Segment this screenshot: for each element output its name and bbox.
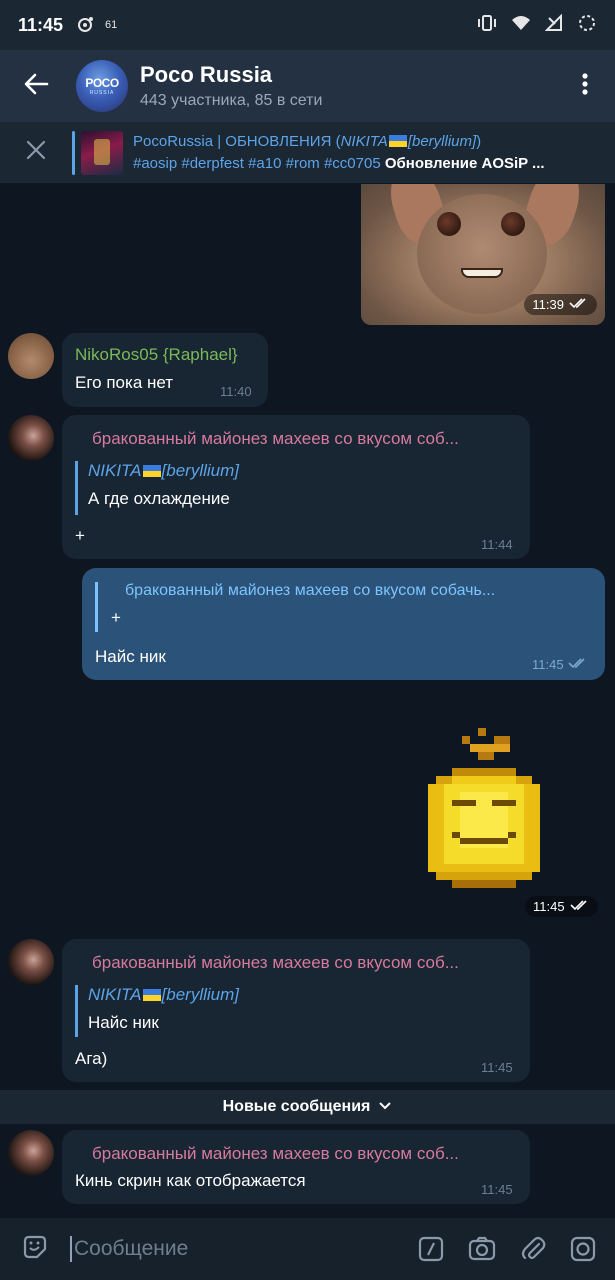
more-vertical-icon (581, 72, 589, 101)
chat-title: Poco Russia (140, 62, 273, 87)
avatar[interactable] (8, 1130, 54, 1176)
double-check-icon (568, 657, 588, 672)
message-sender[interactable]: бракованный майонез махеев со вкусом соб… (92, 429, 522, 449)
ukraine-flag-icon (142, 465, 161, 477)
message-bubble[interactable]: NikoRos05 {Raphael} Его пока нет 11:40 (62, 333, 268, 407)
status-time: 11:45 (18, 14, 64, 35)
new-messages-label: Новые сообщения (222, 1098, 371, 1115)
photo-detail (437, 212, 461, 236)
message-time: 11:45 (481, 1060, 513, 1075)
message-time: 11:45 (532, 657, 588, 672)
pinned-message-bar[interactable]: PocoRussia | ОБНОВЛЕНИЯ (NIKITA [berylliu… (0, 122, 615, 184)
chevron-down-icon (378, 1098, 392, 1116)
close-icon (26, 140, 46, 165)
message-sender[interactable]: бракованный майонез махеев со вкусом соб… (92, 953, 522, 973)
message-text: Найс ник (95, 647, 166, 666)
new-messages-divider[interactable]: Новые сообщения (0, 1090, 615, 1124)
chat-avatar[interactable]: POCO RUSSIA (76, 60, 128, 112)
pinned-body: #aosip #derpfest #a10 #rom #cc0705 Обнов… (133, 155, 545, 172)
message-bubble[interactable]: бракованный майонез махеев со вкусом соб… (62, 939, 530, 1082)
pinned-close-button[interactable] (0, 122, 72, 184)
arrow-left-icon (23, 72, 49, 101)
avatar-logo-text: POCO (85, 76, 119, 90)
message-time: 11:44 (481, 537, 513, 552)
reply-quote[interactable]: NIKITA [beryllium] А где охлаждение (75, 461, 239, 515)
chat-subtitle: 443 участника, 85 в сети (140, 92, 323, 109)
vibrate-icon (477, 14, 497, 37)
sticker-message[interactable] (420, 728, 548, 888)
message-bubble[interactable]: бракованный майонез махеев со вкусом соб… (62, 1130, 530, 1204)
instant-video-icon[interactable] (569, 1235, 597, 1263)
message-bubble-outgoing[interactable]: бракованный майонез махеев со вкусом соб… (82, 568, 605, 680)
double-check-icon (569, 297, 589, 312)
ukraine-flag-icon (388, 135, 407, 147)
text-caret (70, 1236, 72, 1262)
photo-timestamp: 11:39 (524, 294, 597, 315)
avatar[interactable] (8, 333, 54, 379)
message-text: Ага) (75, 1049, 108, 1068)
paperclip-icon[interactable] (519, 1235, 547, 1263)
ukraine-flag-icon (142, 989, 161, 1001)
message-time: 11:45 (481, 1182, 513, 1197)
signal-icon (544, 13, 563, 37)
message-input-placeholder: Сообщение (74, 1237, 189, 1260)
chat-header: POCO RUSSIA Poco Russia 443 участника, 8… (0, 50, 615, 122)
battery-loading-icon (577, 13, 597, 38)
input-actions (417, 1235, 597, 1263)
reply-text: Найс ник (88, 1013, 159, 1032)
message-bubble[interactable]: бракованный майонез махеев со вкусом соб… (62, 415, 530, 559)
pinned-thumbnail (81, 130, 123, 175)
notification-count: 61 (105, 19, 118, 31)
avatar-logo-subtext: RUSSIA (89, 90, 115, 96)
sticker-emoji-icon (21, 1233, 49, 1266)
bot-commands-icon[interactable] (417, 1235, 445, 1263)
camera-icon[interactable] (467, 1235, 497, 1263)
message-input[interactable]: Сообщение (70, 1229, 370, 1269)
chat-info[interactable]: Poco Russia 443 участника, 85 в сети (140, 62, 322, 110)
message-input-bar: Сообщение (0, 1218, 615, 1280)
status-right-icons (477, 13, 597, 38)
reply-author: NIKITA [beryllium] (88, 985, 239, 1004)
pinned-accent-bar (72, 130, 75, 175)
message-sender[interactable]: бракованный майонез махеев со вкусом соб… (92, 1144, 522, 1164)
status-bar: 11:45 61 (0, 0, 615, 50)
photo-message[interactable]: 11:39 (361, 184, 605, 325)
avatar[interactable] (8, 939, 54, 985)
reply-author: бракованный майонез махеев со вкусом соб… (125, 582, 496, 599)
message-text: Его пока нет (75, 373, 174, 392)
message-sender[interactable]: NikoRos05 {Raphael} (75, 345, 238, 365)
message-text: Кинь скрин как отображается (75, 1171, 306, 1190)
smiley-sticker-icon (428, 728, 540, 888)
emoji-button[interactable] (0, 1218, 70, 1280)
back-button[interactable] (0, 50, 72, 122)
reply-quote[interactable]: NIKITA [beryllium] Найс ник (75, 985, 239, 1037)
notification-icon (77, 15, 95, 36)
pinned-content: PocoRussia | ОБНОВЛЕНИЯ (NIKITA [berylliu… (133, 133, 583, 172)
photo-detail (501, 212, 525, 236)
avatar[interactable] (8, 415, 54, 461)
message-text: + (75, 526, 85, 545)
pinned-title: PocoRussia | ОБНОВЛЕНИЯ (NIKITA [berylliu… (133, 133, 482, 150)
reply-quote[interactable]: бракованный майонез махеев со вкусом соб… (95, 582, 590, 632)
sticker-timestamp: 11:45 (525, 896, 598, 917)
wifi-icon (511, 14, 531, 37)
reply-text: А где охлаждение (88, 489, 230, 508)
status-notifications: 61 (77, 15, 117, 36)
more-menu-button[interactable] (555, 50, 615, 122)
message-time: 11:40 (220, 384, 252, 399)
double-check-icon (570, 899, 590, 914)
reply-author: NIKITA [beryllium] (88, 461, 239, 480)
photo-detail (461, 268, 503, 278)
reply-text: + (111, 608, 121, 627)
